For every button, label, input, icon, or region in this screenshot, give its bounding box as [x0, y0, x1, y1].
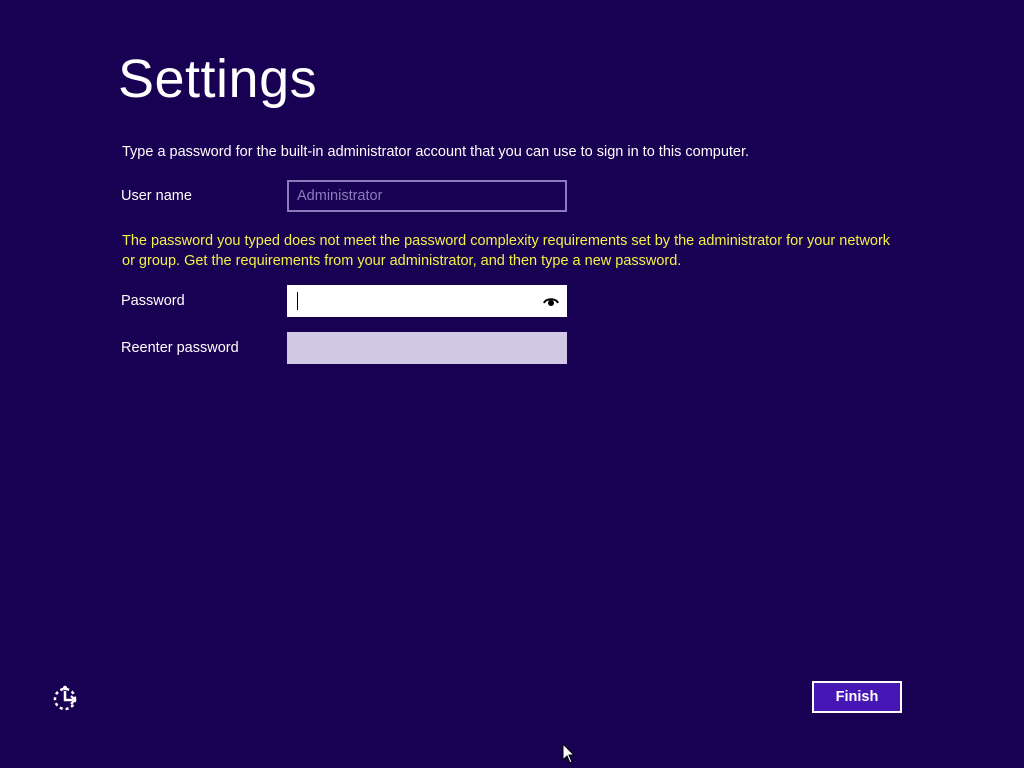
- password-label: Password: [121, 293, 185, 309]
- setup-screen: Settings Type a password for the built-i…: [0, 0, 1024, 768]
- reenter-password-field[interactable]: [287, 332, 567, 364]
- text-caret: [297, 292, 298, 310]
- ease-of-access-icon[interactable]: [51, 684, 81, 712]
- instruction-text: Type a password for the built-in adminis…: [122, 144, 750, 160]
- page-title: Settings: [118, 49, 318, 109]
- mouse-pointer-icon: [562, 742, 576, 765]
- eye-icon[interactable]: [543, 294, 559, 308]
- username-field: Administrator: [287, 180, 567, 212]
- reenter-password-label: Reenter password: [121, 340, 239, 356]
- password-complexity-warning: The password you typed does not meet the…: [122, 233, 891, 269]
- password-field[interactable]: [287, 285, 567, 317]
- finish-button[interactable]: Finish: [812, 681, 902, 713]
- username-label: User name: [121, 188, 192, 204]
